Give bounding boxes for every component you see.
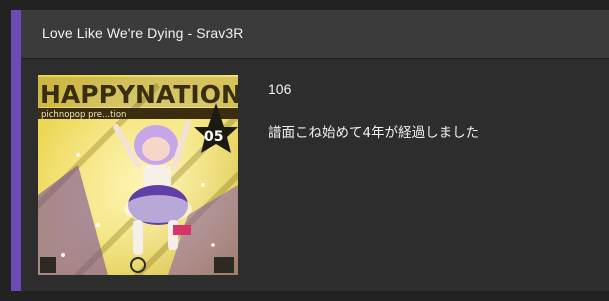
chart-card[interactable]: Love Like We're Dying - Srav3R HAPPYNATI…: [11, 10, 609, 291]
album-badge-number: 05: [204, 129, 223, 145]
album-cover-artwork: HAPPYNATION pichnopop pre...tion 05: [38, 75, 238, 275]
album-subtitle-text: pichnopop pre...tion: [41, 110, 126, 120]
page-background: Love Like We're Dying - Srav3R HAPPYNATI…: [0, 0, 609, 301]
play-count: 106: [268, 81, 292, 97]
album-logo-text: HAPPYNATION: [40, 80, 238, 109]
chart-info: 106 譜面こね始めて4年が経過しました: [268, 79, 479, 143]
album-cover[interactable]: HAPPYNATION pichnopop pre...tion 05: [38, 75, 238, 275]
song-title[interactable]: Love Like We're Dying - Srav3R: [42, 25, 244, 41]
chart-comment: 譜面こね始めて4年が経過しました: [268, 125, 480, 141]
card-header: Love Like We're Dying - Srav3R: [21, 10, 609, 59]
accent-bar: [11, 10, 21, 291]
